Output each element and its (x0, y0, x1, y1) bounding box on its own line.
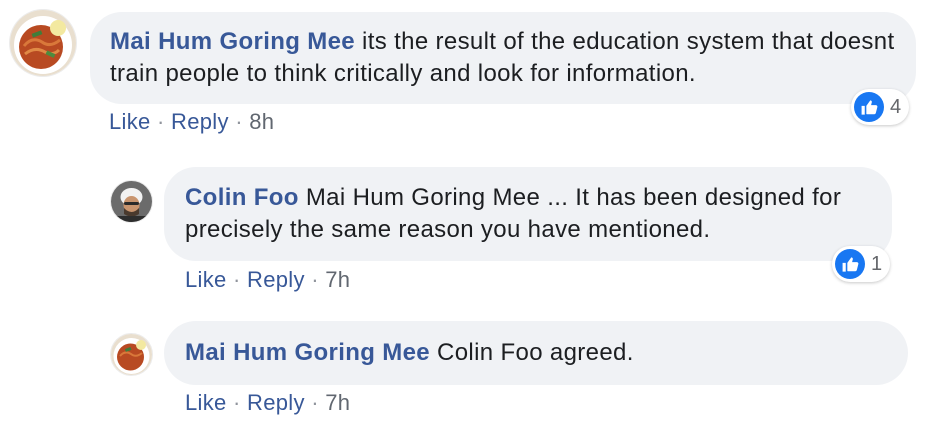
like-link[interactable]: Like (109, 109, 151, 134)
avatar[interactable] (111, 181, 152, 222)
comment-actions: Like · Reply · 7h (185, 266, 350, 294)
timestamp[interactable]: 8h (249, 109, 274, 134)
like-thumb-icon (854, 92, 884, 122)
separator: · (311, 390, 326, 415)
reaction-count-badge[interactable]: 4 (851, 89, 910, 125)
reaction-count: 4 (890, 95, 902, 118)
reply-link[interactable]: Reply (171, 109, 229, 134)
separator: · (156, 109, 172, 134)
like-link[interactable]: Like (185, 267, 227, 292)
like-thumb-icon (835, 249, 865, 279)
comment-bubble: Mai Hum Goring Mee its the result of the… (90, 12, 916, 104)
like-link[interactable]: Like (185, 390, 227, 415)
food-plate-icon (10, 10, 76, 76)
timestamp[interactable]: 7h (325, 390, 350, 415)
avatar[interactable] (10, 10, 76, 76)
comment-bubble: Colin Foo Mai Hum Goring Mee ... It has … (164, 167, 892, 261)
reply-link[interactable]: Reply (247, 390, 305, 415)
avatar[interactable] (111, 334, 152, 375)
comment-author[interactable]: Mai Hum Goring Mee (110, 28, 355, 55)
separator: · (235, 109, 250, 134)
comment-actions: Like · Reply · 8h (109, 108, 274, 136)
comment-author[interactable]: Colin Foo (185, 184, 299, 211)
comment-text: Colin Foo agreed. (437, 339, 634, 366)
reply-link[interactable]: Reply (247, 267, 305, 292)
separator: · (311, 267, 326, 292)
comment-actions: Like · Reply · 7h (185, 389, 350, 417)
separator: · (232, 390, 248, 415)
comment-bubble: Mai Hum Goring Mee Colin Foo agreed. (164, 321, 908, 385)
timestamp[interactable]: 7h (325, 267, 350, 292)
person-photo-icon (111, 181, 152, 222)
reaction-count: 1 (871, 252, 883, 275)
food-plate-icon (111, 334, 152, 375)
comment-author[interactable]: Mai Hum Goring Mee (185, 339, 430, 366)
separator: · (232, 267, 248, 292)
reaction-count-badge[interactable]: 1 (832, 246, 891, 282)
